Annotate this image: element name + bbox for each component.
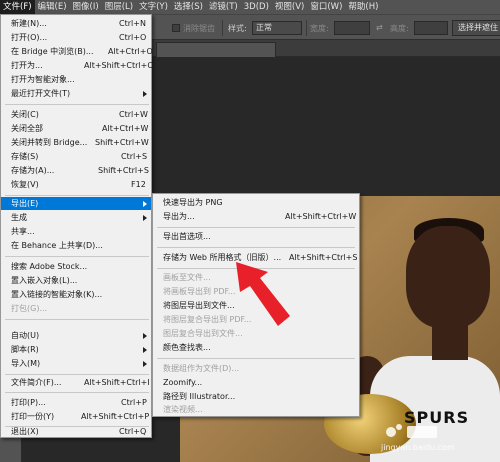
style-value: 正常 xyxy=(256,23,272,32)
width-input[interactable] xyxy=(334,21,370,35)
export-item-preferences[interactable]: 导出首选项... xyxy=(153,230,359,243)
export-item-comps-files: 图层复合导出到文件... xyxy=(163,329,243,338)
baidu-logo-icon xyxy=(386,424,437,438)
menu-item-open-recent[interactable]: 最近打开文件(T) xyxy=(1,87,151,100)
menu-image[interactable]: 图像(I) xyxy=(70,0,102,14)
menu-3d[interactable]: 3D(D) xyxy=(241,0,272,14)
menu-item-file-info[interactable]: 文件简介(F)... Alt+Shift+Ctrl+I xyxy=(1,376,151,389)
export-item-export-as[interactable]: 导出为... Alt+Shift+Ctrl+W xyxy=(153,210,359,223)
submenu-arrow-icon xyxy=(143,214,147,221)
antialias-checkbox[interactable] xyxy=(172,24,180,32)
width-label: 宽度: xyxy=(310,24,329,33)
height-input[interactable] xyxy=(414,21,448,35)
menu-item-print[interactable]: 打印(P)... Ctrl+P xyxy=(1,396,151,409)
menu-bar: 文件(F) 编辑(E) 图像(I) 图层(L) 文字(Y) 选择(S) 滤镜(T… xyxy=(0,0,500,14)
menu-item-share[interactable]: 共享... xyxy=(1,225,151,238)
menu-view[interactable]: 视图(V) xyxy=(272,0,307,14)
menu-item-new[interactable]: 新建(N)... Ctrl+N xyxy=(1,17,151,30)
watermark: jingyan.baidu.com xyxy=(375,419,499,459)
submenu-arrow-icon xyxy=(143,346,147,353)
menu-edit[interactable]: 编辑(E) xyxy=(35,0,70,14)
menu-item-place-embedded[interactable]: 置入嵌入对象(L)... xyxy=(1,274,151,287)
menu-file[interactable]: 文件(F) xyxy=(0,0,35,14)
watermark-text: jingyan.baidu.com xyxy=(381,443,455,452)
export-item-zoomify[interactable]: Zoomify... xyxy=(153,376,359,389)
menu-item-export[interactable]: 导出(E) xyxy=(1,197,151,210)
submenu-arrow-icon xyxy=(143,90,147,97)
height-label: 高度: xyxy=(390,24,409,33)
menu-item-close-all[interactable]: 关闭全部 Alt+Ctrl+W xyxy=(1,122,151,135)
export-item-render-video: 渲染视频... xyxy=(163,405,203,414)
menu-window[interactable]: 窗口(W) xyxy=(307,0,345,14)
menu-divider xyxy=(5,319,149,320)
export-item-save-for-web[interactable]: 存储为 Web 所用格式（旧版）... Alt+Shift+Ctrl+S xyxy=(153,251,359,264)
file-menu: 新建(N)... Ctrl+N 打开(O)... Ctrl+O 在 Bridge 中… xyxy=(0,14,154,438)
menu-item-save[interactable]: 存储(S) Ctrl+S xyxy=(1,150,151,163)
menu-item-search-stock[interactable]: 搜索 Adobe Stock... xyxy=(1,260,151,273)
menu-divider xyxy=(157,247,355,248)
menu-item-browse-bridge[interactable]: 在 Bridge 中浏览(B)... Alt+Ctrl+O xyxy=(1,45,153,58)
photo-neck xyxy=(432,324,468,360)
export-submenu: 快速导出为 PNG 导出为... Alt+Shift+Ctrl+W 导出首选项..… xyxy=(152,193,360,417)
menu-help[interactable]: 帮助(H) xyxy=(345,0,381,14)
photo-head xyxy=(406,226,490,328)
menu-divider xyxy=(5,104,149,105)
menu-select[interactable]: 选择(S) xyxy=(171,0,206,14)
menu-item-automate[interactable]: 自动(U) xyxy=(1,329,151,342)
export-item-quick-png[interactable]: 快速导出为 PNG xyxy=(153,196,359,209)
menu-divider xyxy=(5,374,149,375)
menu-divider xyxy=(5,256,149,257)
menu-item-revert[interactable]: 恢复(V) F12 xyxy=(1,178,151,191)
export-item-comps-pdf: 将图层复合导出到 PDF... xyxy=(163,315,252,324)
style-select[interactable]: 正常 xyxy=(252,21,302,35)
menu-item-close-go-bridge[interactable]: 关闭并转到 Bridge... Shift+Ctrl+W xyxy=(1,136,151,149)
style-label: 样式: xyxy=(228,24,247,33)
submenu-arrow-icon xyxy=(143,360,147,367)
menu-item-close[interactable]: 关闭(C) Ctrl+W xyxy=(1,108,151,121)
menu-filter[interactable]: 滤镜(T) xyxy=(206,0,241,14)
export-item-artboards-pdf: 将画板导出到 PDF... xyxy=(163,287,236,296)
menu-item-open-smart-object[interactable]: 打开为智能对象... xyxy=(1,73,151,86)
swap-icon[interactable]: ⇄ xyxy=(376,23,383,32)
menu-item-place-linked[interactable]: 置入链接的智能对象(K)... xyxy=(1,288,151,301)
separator xyxy=(306,20,307,36)
select-and-mask-button[interactable]: 选择并遮住 xyxy=(452,20,500,36)
menu-item-share-behance[interactable]: 在 Behance 上共享(D)... xyxy=(1,239,151,252)
menu-layer[interactable]: 图层(L) xyxy=(102,0,136,14)
menu-item-exit[interactable]: 退出(X) Ctrl+Q xyxy=(1,425,151,438)
menu-divider xyxy=(157,268,355,269)
submenu-arrow-icon xyxy=(143,200,147,207)
export-item-layers-files[interactable]: 将图层导出到文件... xyxy=(153,299,359,312)
separator xyxy=(222,20,223,36)
document-tab[interactable] xyxy=(156,42,276,57)
menu-item-save-as[interactable]: 存储为(A)... Shift+Ctrl+S xyxy=(1,164,151,177)
menu-item-package: 打包(G)... xyxy=(11,304,48,313)
menu-divider xyxy=(157,358,355,359)
menu-item-scripts[interactable]: 脚本(R) xyxy=(1,343,151,356)
menu-item-print-one[interactable]: 打印一份(Y) Alt+Shift+Ctrl+P xyxy=(1,410,151,423)
menu-item-open[interactable]: 打开(O)... Ctrl+O xyxy=(1,31,151,44)
export-item-artboards-files: 画板至文件... xyxy=(163,273,211,282)
submenu-arrow-icon xyxy=(143,332,147,339)
antialias-label: 消除锯齿 xyxy=(183,24,215,33)
menu-item-import[interactable]: 导入(M) xyxy=(1,357,151,370)
menu-divider xyxy=(157,227,355,228)
menu-type[interactable]: 文字(Y) xyxy=(136,0,171,14)
export-item-paths-illustrator[interactable]: 路径到 Illustrator... xyxy=(153,390,359,403)
menu-item-open-as[interactable]: 打开为... Alt+Shift+Ctrl+O xyxy=(1,59,154,72)
menu-divider xyxy=(5,195,149,196)
export-item-color-lookup[interactable]: 颜色查找表... xyxy=(153,341,359,354)
export-item-data-sets: 数据组作为文件(D)... xyxy=(163,364,240,373)
menu-divider xyxy=(5,392,149,393)
menu-item-generate[interactable]: 生成 xyxy=(1,211,151,224)
